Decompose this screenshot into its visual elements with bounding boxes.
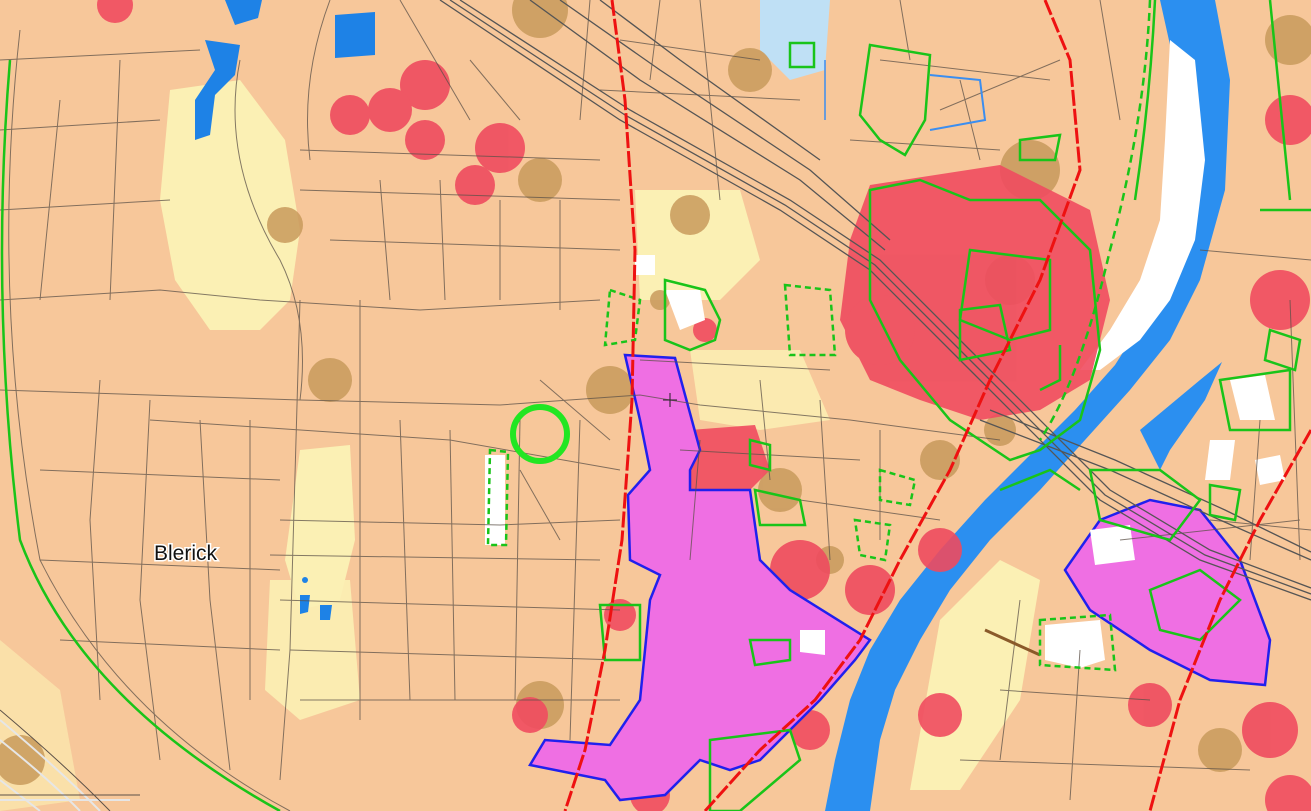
place-label-blerick: Blerick [154,542,218,565]
map-canvas[interactable]: Blerick [0,0,1311,811]
